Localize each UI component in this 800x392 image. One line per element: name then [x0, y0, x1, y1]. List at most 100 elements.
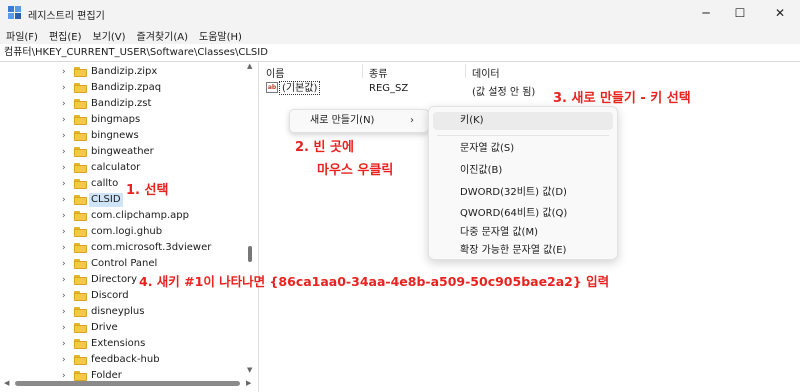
submenu-item-expandable-string-value[interactable]: 확장 가능한 문자열 값(E) [433, 242, 613, 260]
tree-item-label: com.clipchamp.app [91, 210, 189, 221]
tree-item-label: Drive [91, 322, 118, 333]
folder-icon [74, 243, 87, 253]
chevron-right-icon[interactable]: › [62, 147, 70, 157]
tree-item-label: Directory [91, 274, 138, 285]
scroll-down-icon[interactable]: ▼ [247, 366, 252, 374]
close-button[interactable]: ✕ [760, 0, 800, 26]
annotation-step-3: 3. 새로 만들기 - 키 선택 [553, 91, 691, 106]
scroll-up-icon[interactable]: ▲ [247, 62, 252, 70]
submenu-item-key[interactable]: 키(K) [433, 112, 613, 130]
tree-item-label: Extensions [91, 338, 146, 349]
column-divider[interactable] [362, 64, 363, 78]
tree-item[interactable]: › feedback-hub [0, 352, 258, 368]
scroll-right-icon[interactable]: ▶ [246, 379, 251, 387]
annotation-step-2-line-2: 마우스 우클릭 [317, 163, 394, 178]
tree-item[interactable]: › com.logi.ghub [0, 224, 258, 240]
tree-item-label: com.logi.ghub [91, 226, 163, 237]
tree-vertical-scroll-thumb[interactable] [248, 246, 252, 262]
string-value-icon: ab [266, 82, 278, 93]
tree-item[interactable]: › Drive [0, 320, 258, 336]
column-divider[interactable] [465, 64, 466, 78]
chevron-right-icon[interactable]: › [62, 259, 70, 269]
folder-icon [74, 323, 87, 333]
new-submenu: 키(K) 문자열 값(S) 이진값(B) DWORD(32비트) 값(D) QW… [428, 106, 618, 260]
tree-item[interactable]: › bingweather [0, 144, 258, 160]
tree-item[interactable]: › Extensions [0, 336, 258, 352]
chevron-right-icon[interactable]: › [62, 83, 70, 93]
tree-item-label: callto [91, 178, 119, 189]
tree-item[interactable]: › com.clipchamp.app [0, 208, 258, 224]
chevron-right-icon[interactable]: › [62, 275, 70, 285]
tree-item-label: Bandizip.zst [91, 98, 152, 109]
folder-icon [74, 275, 87, 285]
tree-vertical-scrollbar[interactable]: ▲ ▼ [246, 62, 255, 375]
tree-item[interactable]: › com.microsoft.3dviewer [0, 240, 258, 256]
folder-icon [74, 339, 87, 349]
tree-item[interactable]: › Control Panel [0, 256, 258, 272]
chevron-right-icon[interactable]: › [62, 131, 70, 141]
chevron-right-icon[interactable]: › [62, 227, 70, 237]
value-data: (값 설정 안 됨) [472, 87, 536, 98]
tree-item[interactable]: › calculator [0, 160, 258, 176]
chevron-right-icon[interactable]: › [62, 355, 70, 365]
chevron-right-icon[interactable]: › [62, 115, 70, 125]
chevron-right-icon[interactable]: › [62, 291, 70, 301]
folder-icon [74, 179, 87, 189]
tree-item[interactable]: › Bandizip.zpaq [0, 80, 258, 96]
folder-icon [74, 99, 87, 109]
submenu-item-dword-value[interactable]: DWORD(32비트) 값(D) [433, 184, 613, 202]
submenu-item-string-value[interactable]: 문자열 값(S) [433, 140, 613, 158]
chevron-right-icon[interactable]: › [62, 339, 70, 349]
annotation-step-1: 1. 선택 [126, 183, 169, 198]
tree-item[interactable]: › Bandizip.zst [0, 96, 258, 112]
folder-icon [74, 259, 87, 269]
value-name: (기본값) [279, 81, 321, 95]
column-header-type[interactable]: 종류 [369, 65, 387, 80]
menu-favorites[interactable]: 즐겨찾기(A) [137, 28, 188, 43]
tree-item-label: CLSID [89, 193, 123, 207]
chevron-right-icon[interactable]: › [62, 99, 70, 109]
menu-help[interactable]: 도움말(H) [199, 28, 242, 43]
folder-icon [74, 163, 87, 173]
chevron-right-icon[interactable]: › [62, 163, 70, 173]
tree-horizontal-scroll-thumb[interactable] [15, 381, 240, 386]
menu-view[interactable]: 보기(V) [93, 28, 126, 43]
tree-item[interactable]: › bingnews [0, 128, 258, 144]
context-menu-new[interactable]: 새로 만들기(N) › [292, 112, 426, 130]
tree-item[interactable]: › Discord [0, 288, 258, 304]
submenu-item-multi-string-value[interactable]: 다중 문자열 값(M) [433, 224, 613, 242]
scroll-left-icon[interactable]: ◀ [4, 379, 9, 387]
folder-icon [74, 131, 87, 141]
window-title: 레지스트리 편집기 [28, 11, 105, 22]
column-header-data[interactable]: 데이터 [472, 65, 500, 80]
tree-item-label: feedback-hub [91, 354, 160, 365]
menu-edit[interactable]: 편집(E) [49, 28, 82, 43]
column-header-name[interactable]: 이름 [266, 65, 284, 80]
tree-item[interactable]: › disneyplus [0, 304, 258, 320]
maximize-button[interactable]: ☐ [720, 0, 760, 26]
address-bar[interactable]: 컴퓨터\HKEY_CURRENT_USER\Software\Classes\C… [0, 44, 800, 62]
tree-item[interactable]: › Bandizip.zipx [0, 64, 258, 80]
menu-file[interactable]: 파일(F) [6, 28, 38, 43]
title-bar: 레지스트리 편집기 ─ ☐ ✕ [0, 0, 800, 26]
chevron-right-icon[interactable]: › [62, 67, 70, 77]
tree-item-label: calculator [91, 162, 141, 173]
folder-icon [74, 115, 87, 125]
tree-item-label: com.microsoft.3dviewer [91, 242, 212, 253]
folder-icon [74, 227, 87, 237]
chevron-right-icon[interactable]: › [62, 211, 70, 221]
registry-editor-icon [8, 6, 21, 19]
chevron-right-icon[interactable]: › [62, 243, 70, 253]
chevron-right-icon[interactable]: › [62, 195, 70, 205]
chevron-right-icon[interactable]: › [62, 307, 70, 317]
tree-item[interactable]: › bingmaps [0, 112, 258, 128]
tree-item-label: disneyplus [91, 306, 145, 317]
chevron-right-icon[interactable]: › [62, 323, 70, 333]
submenu-item-binary-value[interactable]: 이진값(B) [433, 162, 613, 180]
submenu-item-qword-value[interactable]: QWORD(64비트) 값(Q) [433, 205, 613, 223]
folder-icon [74, 83, 87, 93]
close-icon: ✕ [774, 6, 786, 20]
folder-icon [74, 355, 87, 365]
tree-horizontal-scrollbar[interactable]: ◀ ▶ [0, 377, 259, 392]
chevron-right-icon[interactable]: › [62, 179, 70, 189]
